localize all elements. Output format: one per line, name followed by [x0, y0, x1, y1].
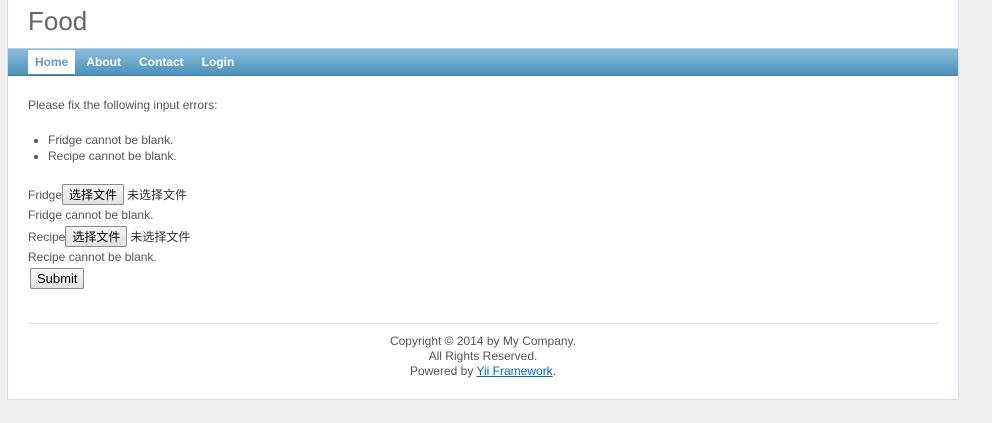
page-container: Food Home About Contact Login Please fix… — [7, 0, 959, 400]
footer-copyright: Copyright © 2014 by My Company. — [389, 334, 577, 348]
site-logo: Food — [28, 6, 88, 36]
footer-rights: All Rights Reserved. — [428, 349, 538, 363]
footer-powered-prefix: Powered by — [409, 364, 477, 378]
footer-divider — [28, 323, 938, 324]
recipe-error: Recipe cannot be blank. — [28, 250, 157, 264]
recipe-row: Recipe 选择文件 未选择文件 — [28, 226, 938, 247]
recipe-file-button[interactable]: 选择文件 — [65, 226, 128, 247]
error-summary-item: Fridge cannot be blank. — [48, 132, 938, 148]
main-content: Please fix the following input errors: F… — [28, 98, 938, 289]
upload-form: Fridge 选择文件 未选择文件 Fridge cannot be blank… — [28, 184, 938, 289]
fridge-row: Fridge 选择文件 未选择文件 — [28, 184, 938, 205]
footer-powered-suffix: . — [552, 364, 557, 378]
menu-item-login[interactable]: Login — [195, 50, 242, 74]
main-menu: Home About Contact Login — [8, 48, 958, 76]
recipe-file-status: 未选择文件 — [130, 230, 191, 244]
menu-item-contact[interactable]: Contact — [132, 50, 191, 74]
yii-framework-link[interactable]: Yii Framework — [476, 364, 552, 378]
fridge-error: Fridge cannot be blank. — [28, 208, 154, 222]
submit-button[interactable]: Submit — [30, 268, 85, 289]
menu-item-about[interactable]: About — [79, 50, 128, 74]
fridge-file-status: 未选择文件 — [127, 188, 188, 202]
footer: Copyright © 2014 by My Company. All Righ… — [28, 334, 938, 379]
recipe-label: Recipe — [28, 229, 66, 244]
fridge-label: Fridge — [28, 187, 63, 202]
fridge-file-button[interactable]: 选择文件 — [62, 184, 125, 205]
footer-powered: Powered by Yii Framework. — [28, 364, 938, 379]
error-summary: Please fix the following input errors: F… — [28, 98, 938, 164]
error-summary-item: Recipe cannot be blank. — [48, 148, 938, 164]
error-summary-intro: Please fix the following input errors: — [28, 98, 218, 112]
header: Food — [8, 0, 958, 48]
menu-item-home[interactable]: Home — [28, 50, 76, 74]
